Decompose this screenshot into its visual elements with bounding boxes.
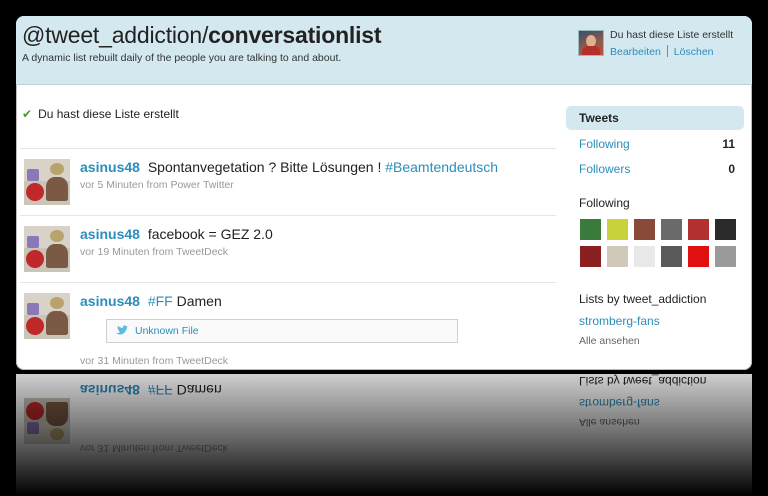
avatar-part xyxy=(46,244,68,268)
list-page-card: @tweet_addiction/conversationlist A dyna… xyxy=(16,16,752,370)
divider xyxy=(20,148,556,149)
twitter-bird-icon xyxy=(116,325,128,335)
tweet-username[interactable]: asinus48 xyxy=(80,293,140,309)
user-avatar[interactable] xyxy=(24,159,70,205)
tweet-timestamp[interactable]: vor 19 Minuten xyxy=(80,246,149,258)
divider xyxy=(20,215,556,216)
avatar-part xyxy=(27,303,39,315)
user-avatar[interactable] xyxy=(24,226,70,272)
followers-stat[interactable]: Followers 0 xyxy=(579,162,735,176)
owner-avatar[interactable] xyxy=(578,30,604,56)
tweet-source-prefix: from xyxy=(146,179,168,191)
tweet-username[interactable]: asinus48 xyxy=(80,159,140,175)
tweet-source-prefix: from xyxy=(152,355,174,367)
edit-list-link[interactable]: Bearbeiten xyxy=(610,46,661,58)
tweet-timestamp[interactable]: vor 5 Minuten xyxy=(80,179,144,191)
tweet-source[interactable]: Power Twitter xyxy=(170,179,233,191)
owner-actions: Bearbeiten Löschen xyxy=(610,45,714,58)
following-heading: Following xyxy=(579,196,630,210)
list-link-stromberg-fans[interactable]: stromberg-fans xyxy=(579,314,660,328)
tab-tweets-label: Tweets xyxy=(579,111,619,125)
tweet-body: facebook = GEZ 2.0 xyxy=(147,226,273,242)
following-user-avatar[interactable] xyxy=(580,246,601,267)
avatar-part xyxy=(50,297,64,309)
media-attachment[interactable]: Unknown File xyxy=(106,319,458,343)
check-icon: ✔ xyxy=(22,107,33,121)
following-user-avatar[interactable] xyxy=(688,219,709,240)
page-title: @tweet_addiction/conversationlist xyxy=(22,22,382,49)
avatar-part xyxy=(46,177,68,201)
tweet-source[interactable]: TweetDeck xyxy=(176,246,228,258)
avatar-part xyxy=(27,236,39,248)
avatar-part xyxy=(26,183,44,201)
list-description: A dynamic list rebuilt daily of the peop… xyxy=(22,52,342,64)
lists-heading: Lists by tweet_addiction xyxy=(579,292,707,306)
list-slug: conversationlist xyxy=(208,22,382,48)
reflection-fade xyxy=(16,374,752,496)
following-user-avatar[interactable] xyxy=(688,246,709,267)
tweet-text: asinus48 facebook = GEZ 2.0 xyxy=(80,226,273,242)
avatar-part xyxy=(26,317,44,335)
following-user-avatar[interactable] xyxy=(715,219,736,240)
following-user-avatar[interactable] xyxy=(661,246,682,267)
following-user-avatar[interactable] xyxy=(607,219,628,240)
card-reflection: asinus48 #FF Damen vor 31 Minuten from T… xyxy=(16,374,752,496)
avatar-part xyxy=(50,230,64,242)
following-user-avatar[interactable] xyxy=(634,219,655,240)
tweet-source-prefix: from xyxy=(152,246,174,258)
following-stat[interactable]: Following 11 xyxy=(579,137,735,151)
divider xyxy=(20,282,556,283)
following-count: 11 xyxy=(722,137,735,151)
avatar-part xyxy=(46,311,68,335)
created-notice: ✔ Du hast diese Liste erstellt xyxy=(22,107,179,121)
tweet-hashtag[interactable]: #Beamtendeutsch xyxy=(385,159,498,175)
followers-count: 0 xyxy=(728,162,735,176)
following-user-avatar[interactable] xyxy=(580,219,601,240)
tweet-timestamp[interactable]: vor 31 Minuten xyxy=(80,355,149,367)
view-all-lists-link[interactable]: Alle ansehen xyxy=(579,335,640,347)
user-avatar[interactable] xyxy=(24,293,70,339)
tab-tweets[interactable]: Tweets xyxy=(566,106,744,130)
following-user-avatar[interactable] xyxy=(607,246,628,267)
list-header: @tweet_addiction/conversationlist A dyna… xyxy=(16,16,752,85)
tweet-body: Damen xyxy=(176,293,222,309)
tweet-source[interactable]: TweetDeck xyxy=(176,355,228,367)
tweet-item[interactable]: asinus48 Spontanvegetation ? Bitte Lösun… xyxy=(20,155,556,215)
avatar-part xyxy=(26,250,44,268)
delete-list-link[interactable]: Löschen xyxy=(674,46,714,58)
list-panel: @tweet_addiction/conversationlist A dyna… xyxy=(16,16,752,370)
tweet-meta: vor 31 Minuten from TweetDeck xyxy=(80,355,228,367)
owner-note: Du hast diese Liste erstellt xyxy=(610,29,734,41)
tweet-meta: vor 5 Minuten from Power Twitter xyxy=(80,179,234,191)
tweet-text: asinus48 Spontanvegetation ? Bitte Lösun… xyxy=(80,159,498,175)
following-label[interactable]: Following xyxy=(579,137,630,151)
avatar-shirt xyxy=(582,46,600,55)
following-user-avatar[interactable] xyxy=(715,246,736,267)
avatar-part xyxy=(50,163,64,175)
tweet-username[interactable]: asinus48 xyxy=(80,226,140,242)
following-user-avatar[interactable] xyxy=(661,219,682,240)
list-owner-handle[interactable]: @tweet_addiction/ xyxy=(22,22,208,48)
action-separator xyxy=(666,45,668,57)
tweet-meta: vor 19 Minuten from TweetDeck xyxy=(80,246,228,258)
tweet-text: asinus48 #FF Damen xyxy=(80,293,222,309)
tweet-body: Spontanvegetation ? Bitte Lösungen ! xyxy=(147,159,382,175)
tweet-item[interactable]: asinus48 facebook = GEZ 2.0 vor 19 Minut… xyxy=(20,222,556,282)
tweet-hashtag[interactable]: #FF xyxy=(148,293,173,309)
following-user-avatar[interactable] xyxy=(634,246,655,267)
media-label: Unknown File xyxy=(135,325,199,337)
avatar-part xyxy=(27,169,39,181)
created-notice-text: Du hast diese Liste erstellt xyxy=(38,107,179,121)
followers-label[interactable]: Followers xyxy=(579,162,630,176)
